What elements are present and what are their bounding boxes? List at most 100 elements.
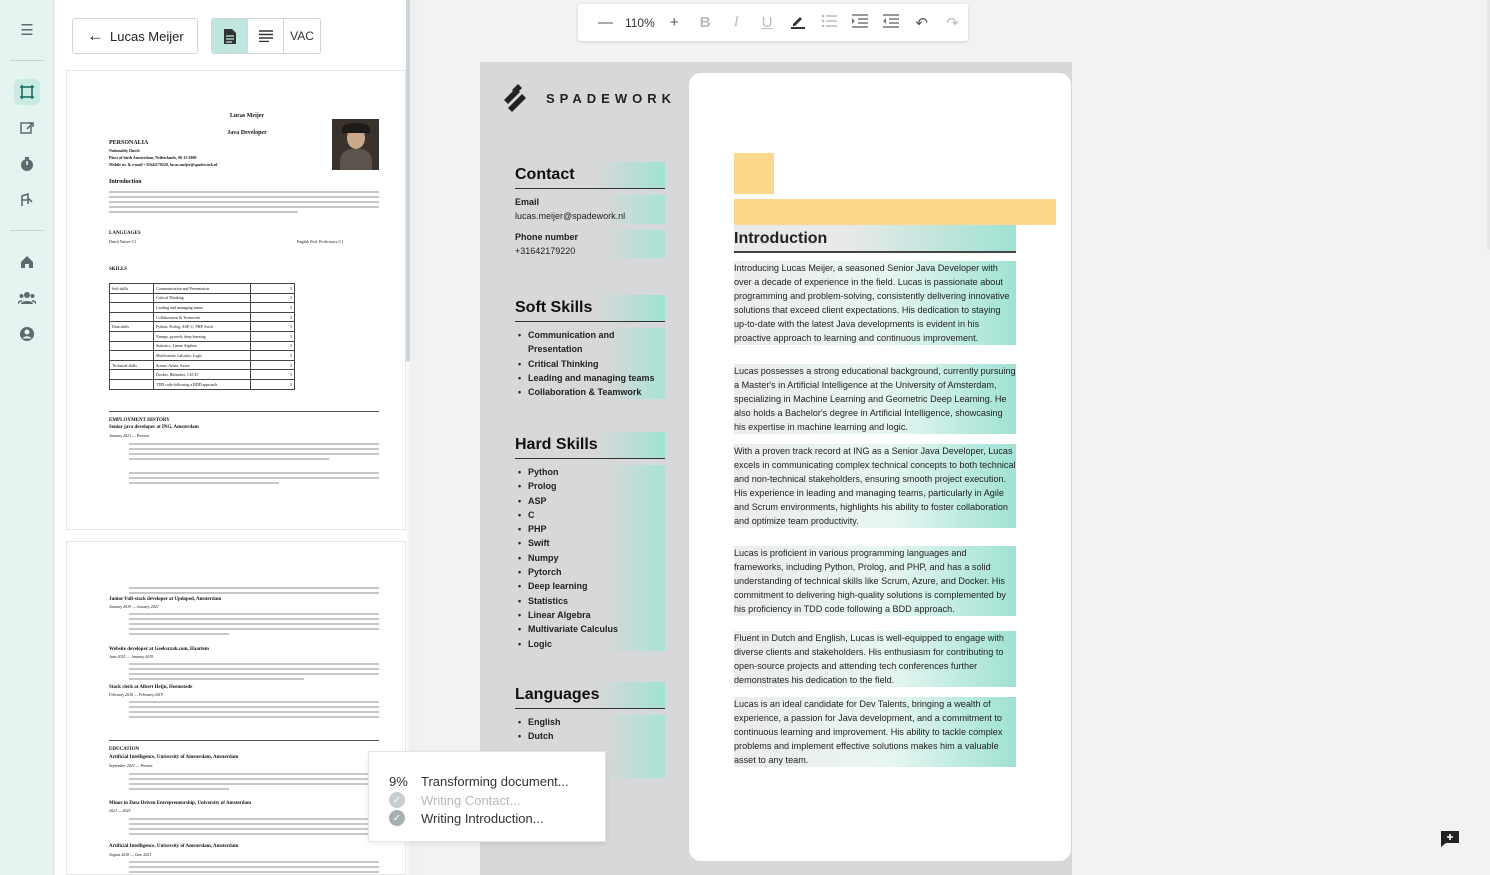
hard-skills-heading[interactable]: Hard Skills: [515, 432, 665, 459]
thumb-job4-date: February 2016 — February 2019: [109, 692, 163, 697]
soft-skill-item[interactable]: Communication and Presentation: [515, 328, 665, 357]
hard-skill-item[interactable]: Numpy: [515, 550, 665, 565]
brand-logo: SPADEWORK: [500, 82, 676, 114]
content-card: Introduction Introducing Lucas Meijer, a…: [689, 73, 1071, 861]
thumb-nationality: Nationality Dutch: [109, 148, 140, 153]
back-button-label: Lucas Meijer: [110, 28, 184, 44]
hard-skill-item[interactable]: Multivariate Calculus: [515, 622, 665, 637]
menu-icon[interactable]: ☰: [14, 17, 40, 43]
text-view-icon[interactable]: [248, 19, 284, 53]
thumb-skill-cell: 3: [250, 359, 295, 371]
thumb-edu1: Artificial Intelligence, University of A…: [109, 755, 239, 760]
thumb-skill-cell: 3: [250, 350, 295, 361]
crop-icon[interactable]: [14, 79, 40, 105]
intro-paragraph[interactable]: Lucas possesses a strong educational bac…: [734, 364, 1016, 434]
thumb-skill-cell: [109, 350, 154, 361]
divider: [109, 740, 379, 741]
indent-icon[interactable]: [844, 13, 875, 32]
bullet-list-icon[interactable]: [813, 14, 844, 32]
language-item[interactable]: Dutch: [515, 729, 665, 744]
zoom-in-icon[interactable]: +: [659, 14, 690, 31]
hard-skill-item[interactable]: Linear Algebra: [515, 607, 665, 623]
thumb-skill-row: Soft skills Communication and Presentatio…: [109, 283, 295, 294]
hard-skill-item[interactable]: C: [515, 507, 665, 522]
soft-skills-heading[interactable]: Soft Skills: [515, 295, 665, 322]
divider: [10, 60, 44, 61]
vac-view-button[interactable]: VAC: [284, 19, 320, 53]
add-comment-icon[interactable]: [1440, 830, 1462, 850]
thumb2-edu3-text: [129, 858, 379, 874]
hard-skill-item[interactable]: Swift: [515, 536, 665, 551]
thumb-employment-heading: EMPLOYMENT HISTORY: [109, 418, 170, 423]
back-button[interactable]: ← Lucas Meijer: [72, 18, 198, 54]
languages-heading[interactable]: Languages: [515, 682, 665, 709]
hard-skill-item[interactable]: PHP: [515, 522, 665, 537]
intro-paragraph[interactable]: Fluent in Dutch and English, Lucas is we…: [734, 631, 1016, 687]
underline-icon[interactable]: U: [752, 14, 783, 31]
email-value[interactable]: lucas.meijer@spadework.nl: [515, 209, 665, 224]
thumb-birth: Place of birth Amsterdam, Netherlands, 0…: [109, 155, 197, 160]
hard-skill-item[interactable]: Logic: [515, 636, 665, 651]
document-view-icon[interactable]: [212, 19, 248, 53]
export-icon[interactable]: [14, 115, 40, 141]
hard-skill-item[interactable]: Python: [515, 465, 665, 480]
thumb-edu1-date: September 2021 — Present: [109, 763, 153, 768]
document-preview-panel: ← Lucas Meijer VAC Lucas Meijer Java Dev…: [55, 0, 407, 875]
thumb-edu3-date: August 2018 — June 2021: [109, 852, 152, 857]
intro-paragraph[interactable]: Introducing Lucas Meijer, a seasoned Sen…: [734, 261, 1016, 345]
thumb-skill-row: Leading and managing teams 3: [109, 302, 295, 313]
panel-divider[interactable]: [410, 0, 418, 875]
thumb-skill-cell: [109, 302, 154, 313]
zoom-out-icon[interactable]: —: [590, 14, 621, 31]
tracker-icon[interactable]: [14, 187, 40, 213]
thumb-skill-cell: 3: [250, 369, 295, 380]
thumb-contact: Mobile nr. & e-mail +31642179220, lucas.…: [109, 162, 218, 167]
contact-heading[interactable]: Contact: [515, 162, 665, 189]
page-thumbnail-1[interactable]: Lucas Meijer Java Developer PERSONALIA N…: [66, 70, 406, 530]
nav-rail: ☰: [0, 0, 54, 875]
hard-skill-item[interactable]: Prolog: [515, 479, 665, 494]
thumb2-job2-text: [129, 610, 379, 638]
italic-icon[interactable]: I: [721, 14, 752, 31]
intro-paragraph[interactable]: With a proven track record at ING as a S…: [734, 444, 1016, 528]
highlight-icon[interactable]: [783, 13, 814, 33]
thumb-personalia: PERSONALIA: [109, 140, 149, 146]
email-label: Email: [515, 195, 665, 210]
thumb-edu3: Artificial Intelligence, University of A…: [109, 844, 239, 849]
redo-icon[interactable]: ↷: [937, 14, 968, 32]
undo-icon[interactable]: ↶: [906, 14, 937, 32]
bold-icon[interactable]: B: [690, 14, 721, 31]
team-icon[interactable]: [14, 285, 40, 311]
soft-skill-item[interactable]: Collaboration & Teamwork: [515, 385, 665, 400]
thumb-edu2-date: 2021 — 2023: [109, 808, 131, 813]
home-icon[interactable]: [14, 249, 40, 275]
format-toolbar: — 110% + B I U ↶ ↷: [578, 4, 968, 41]
introduction-heading[interactable]: Introduction: [734, 225, 1016, 253]
account-icon[interactable]: [14, 321, 40, 347]
view-toggle: VAC: [211, 18, 321, 54]
timer-icon[interactable]: [14, 151, 40, 177]
thumb-skill-cell: 3: [250, 302, 295, 313]
thumb-name: Lucas Meijer: [229, 113, 265, 119]
thumb-skill-cell: 3: [250, 378, 295, 390]
thumb-skill-cell: TDD code following a BDD approach: [153, 378, 251, 390]
phone-value[interactable]: +31642179220: [515, 243, 665, 259]
thumb-skill-row: Docker, Bitbucket, CI/CD 3: [109, 369, 295, 380]
intro-paragraph[interactable]: Lucas is proficient in various programmi…: [734, 546, 1016, 616]
progress-title: Transforming document...: [421, 773, 569, 789]
language-item[interactable]: English: [515, 715, 665, 730]
thumb-skill-cell: Collaboration & Teamwork: [153, 311, 251, 323]
hard-skill-item[interactable]: Deep learning: [515, 579, 665, 594]
hard-skill-item[interactable]: Statistics: [515, 593, 665, 608]
soft-skill-item[interactable]: Leading and managing teams: [515, 370, 665, 385]
divider: [109, 411, 379, 412]
intro-paragraph[interactable]: Lucas is an ideal candidate for Dev Tale…: [734, 697, 1016, 767]
progress-popup: 9% Transforming document... ✓ Writing Co…: [368, 751, 606, 842]
hard-skill-item[interactable]: Pytorch: [515, 565, 665, 580]
thumb-intro-text: [109, 188, 379, 216]
soft-skill-item[interactable]: Critical Thinking: [515, 356, 665, 371]
hard-skill-item[interactable]: ASP: [515, 493, 665, 508]
thumb-skill-cell: Python, Prolog, ASP, C, PHP, Swift: [153, 321, 251, 332]
outdent-icon[interactable]: [875, 13, 906, 32]
page-thumbnail-2[interactable]: Junior Full-stack developer at Updoped, …: [66, 541, 406, 875]
